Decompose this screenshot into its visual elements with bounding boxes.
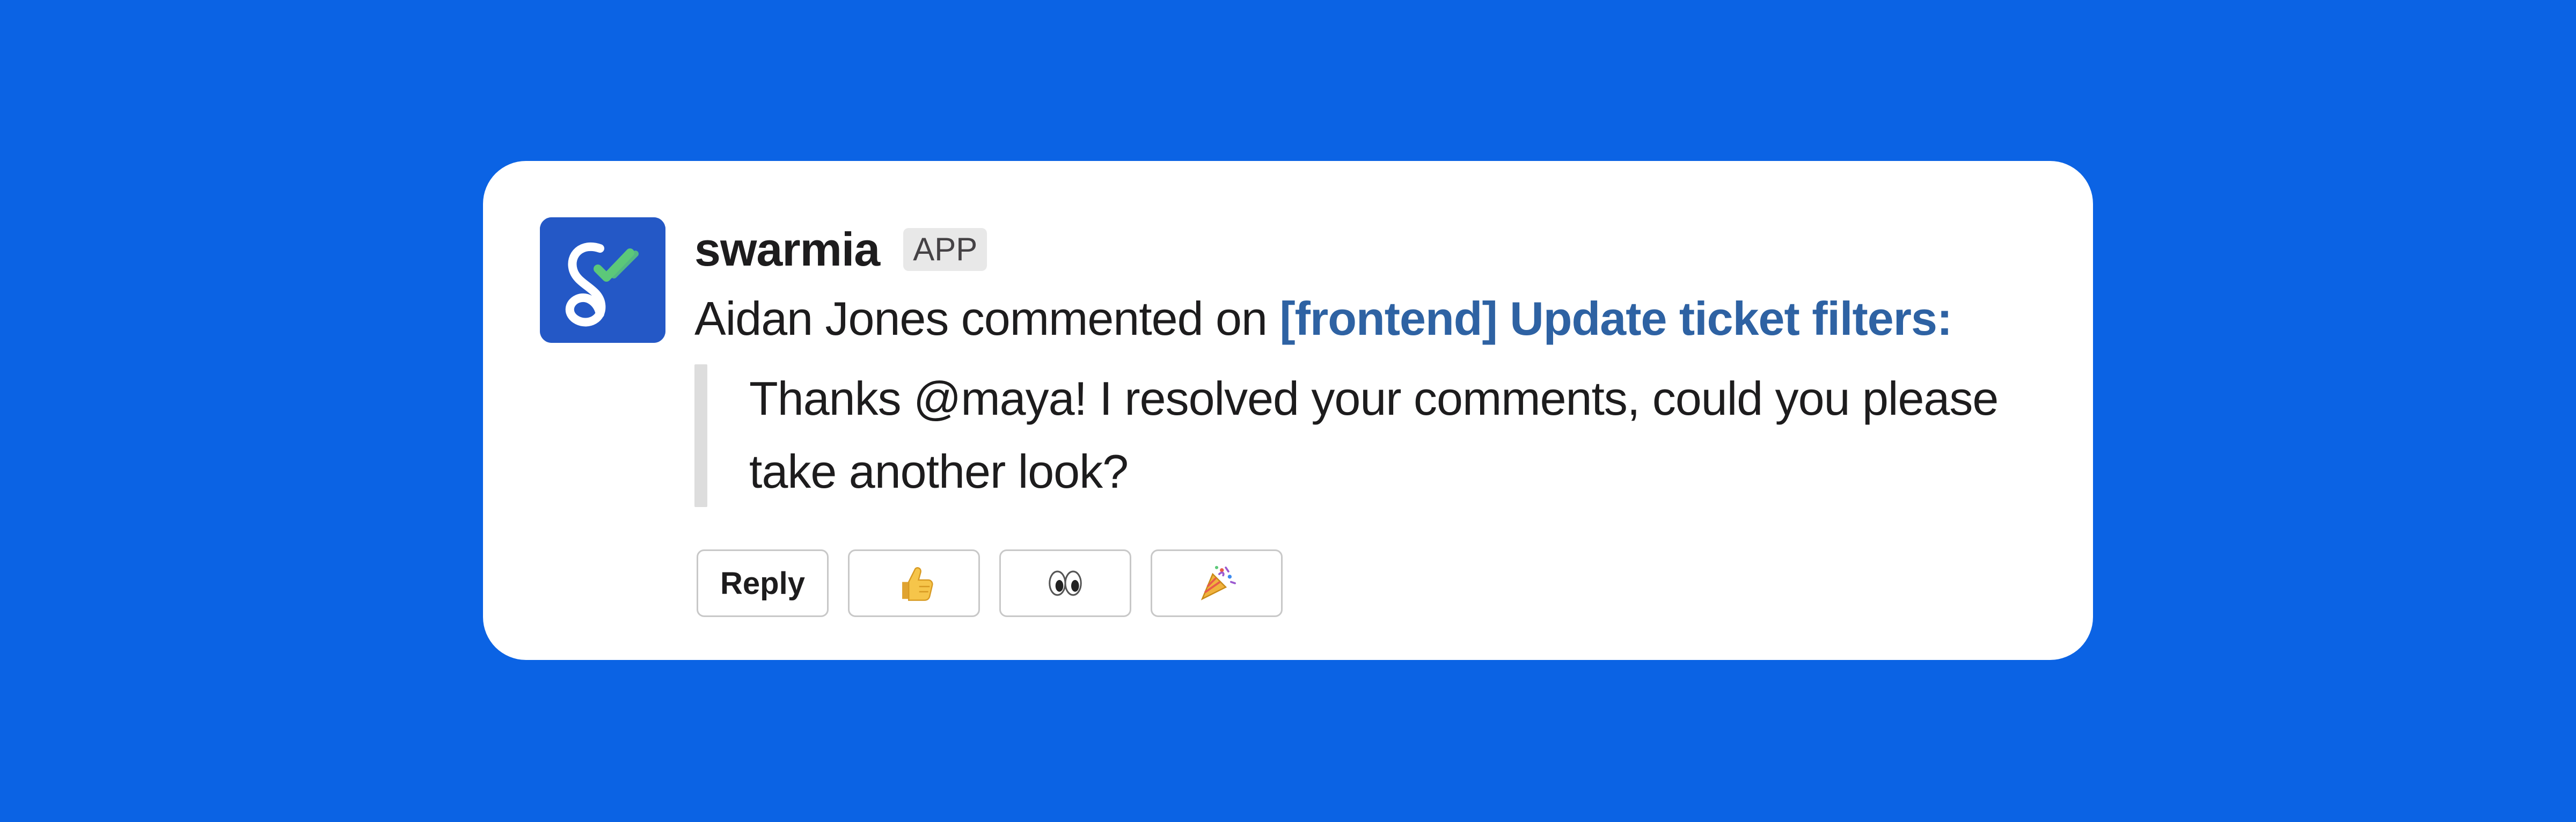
message-text: Aidan Jones commented on [frontend] Upda… bbox=[694, 291, 2061, 346]
party-reaction-button[interactable] bbox=[1151, 549, 1283, 617]
quote-line: take another look? bbox=[749, 445, 1129, 498]
pull-request-link[interactable]: [frontend] Update ticket filters: bbox=[1279, 292, 1952, 345]
quote-bar bbox=[694, 364, 707, 507]
thumbs-up-reaction-button[interactable] bbox=[848, 549, 980, 617]
thumbs-up-icon bbox=[902, 567, 933, 601]
message-header: swarmia APP bbox=[694, 217, 2061, 282]
message-prefix: Aidan Jones commented on bbox=[694, 292, 1268, 345]
quote-line: Thanks @maya! I resolved your comments, … bbox=[749, 372, 1999, 425]
notification-card: swarmia APP Aidan Jones commented on [fr… bbox=[483, 161, 2093, 660]
quoted-comment: Thanks @maya! I resolved your comments, … bbox=[694, 362, 2061, 508]
app-name[interactable]: swarmia bbox=[694, 222, 880, 277]
action-buttons: Reply bbox=[697, 549, 1283, 617]
eyes-reaction-button[interactable] bbox=[999, 549, 1131, 617]
eyes-icon bbox=[1049, 570, 1082, 596]
reply-button[interactable]: Reply bbox=[697, 549, 829, 617]
swarmia-logo-icon bbox=[540, 217, 665, 343]
app-badge: APP bbox=[903, 228, 987, 271]
message-content: swarmia APP Aidan Jones commented on [fr… bbox=[694, 217, 2061, 508]
party-popper-icon bbox=[1201, 566, 1236, 600]
page-background: swarmia APP Aidan Jones commented on [fr… bbox=[0, 0, 2576, 822]
